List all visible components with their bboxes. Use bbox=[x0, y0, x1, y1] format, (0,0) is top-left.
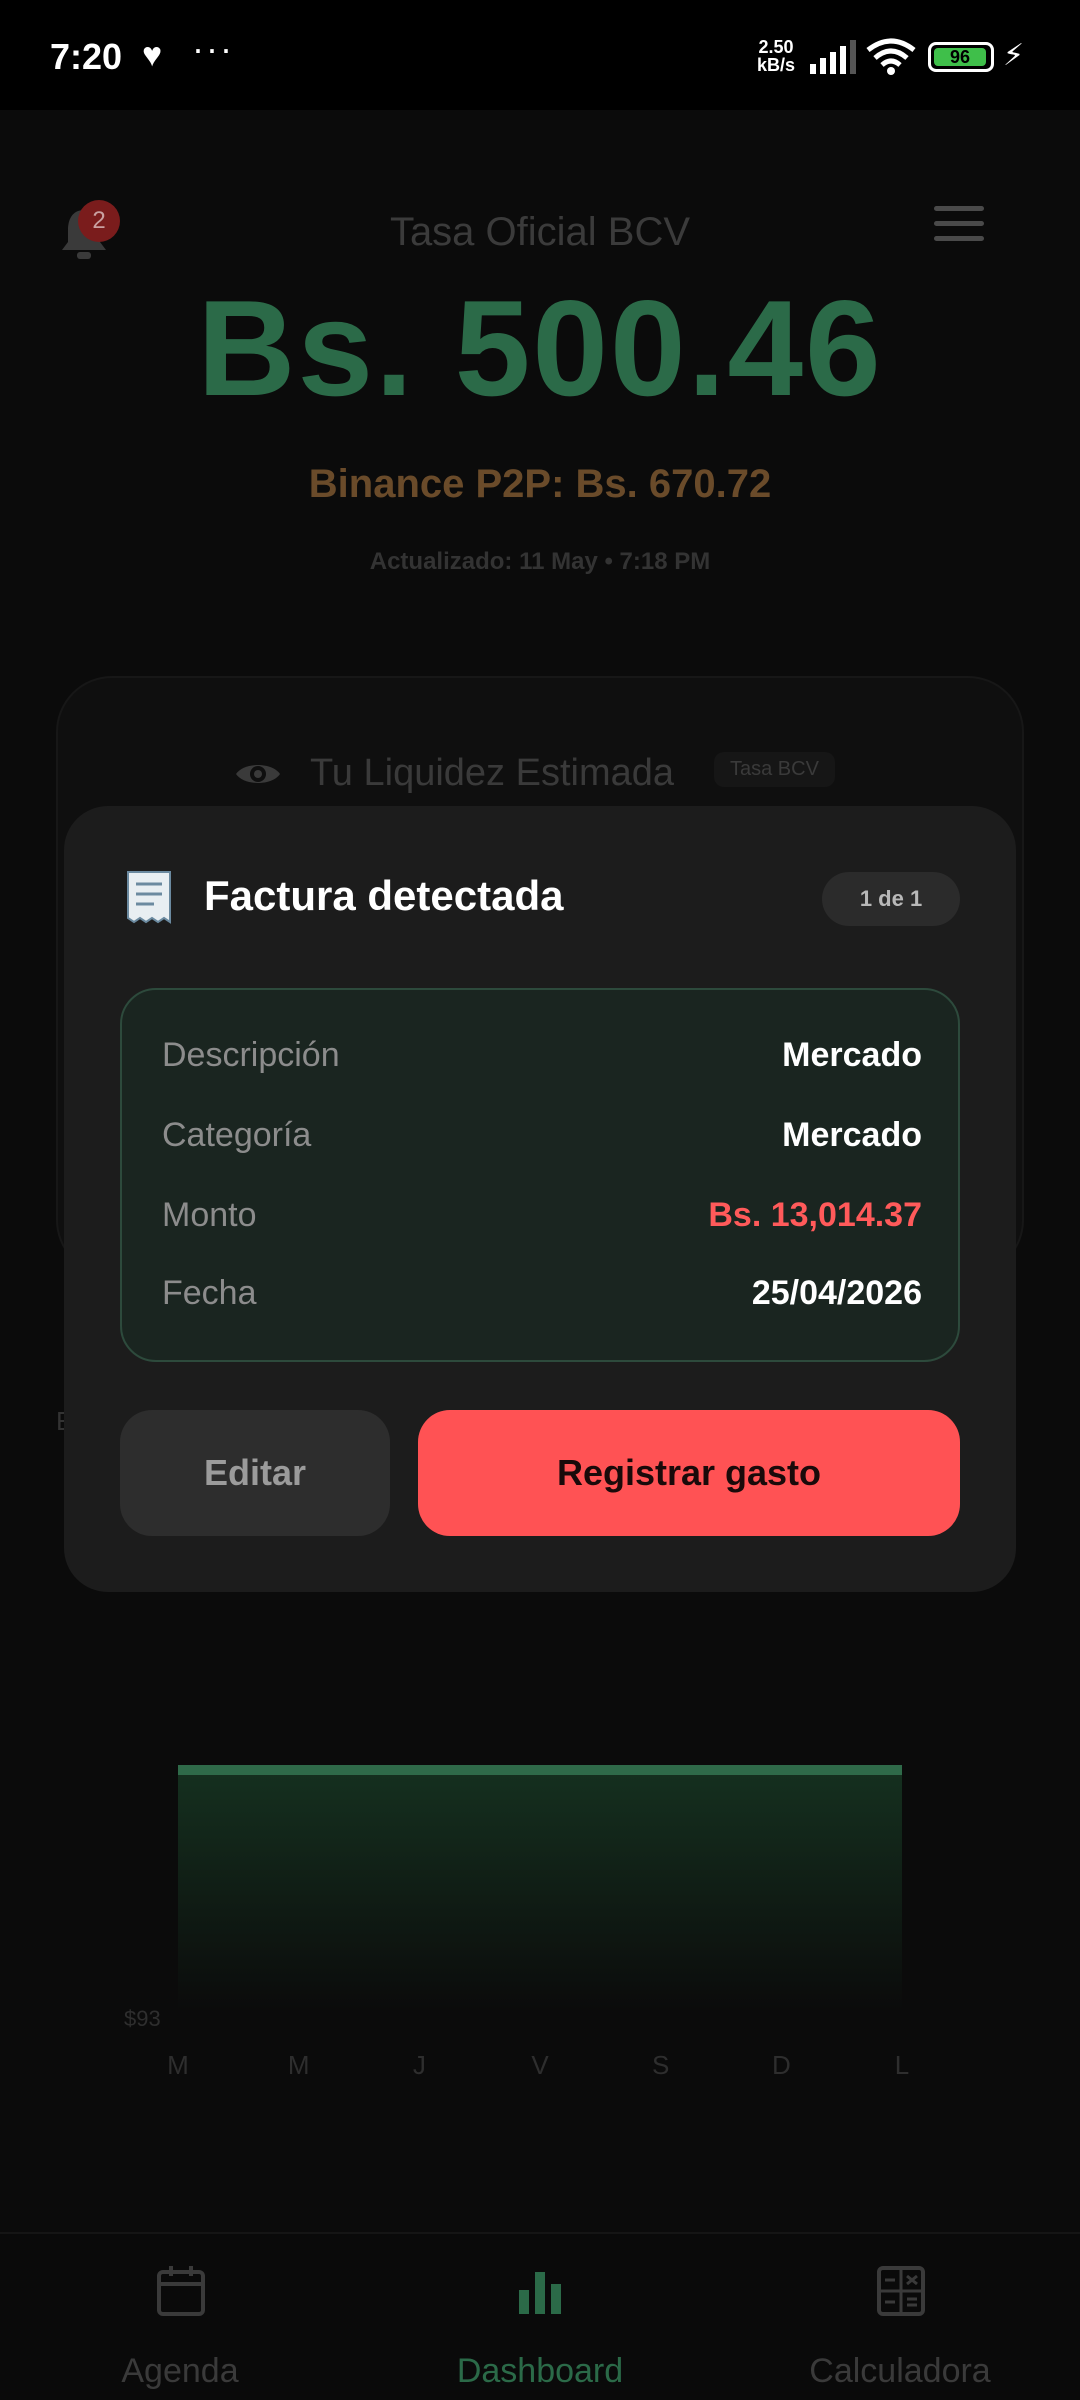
x-tick-label: M bbox=[287, 2050, 310, 2080]
charging-icon: ⚡ bbox=[1003, 39, 1025, 72]
detail-value-amount: Bs. 13,014.37 bbox=[708, 1196, 922, 1234]
liquidity-title: Tu Liquidez Estimada bbox=[310, 752, 675, 794]
nav-label-dashboard: Dashboard bbox=[456, 2352, 624, 2390]
heart-icon: ♥ bbox=[142, 36, 163, 74]
detail-row-descripcion: Descripción Mercado bbox=[162, 1036, 922, 1086]
binance-rate: Binance P2P: Bs. 670.72 bbox=[308, 462, 772, 506]
more-notifications-icon: ··· bbox=[192, 28, 234, 69]
detail-label: Monto bbox=[162, 1196, 257, 1234]
detail-value: Mercado bbox=[782, 1036, 922, 1074]
battery-icon: 96 bbox=[928, 42, 994, 72]
nav-label-calculadora: Calculadora bbox=[809, 2352, 991, 2390]
nav-item-calculadora[interactable]: Calculadora bbox=[750, 2234, 1050, 2400]
signal-icon bbox=[810, 40, 856, 74]
detail-label: Categoría bbox=[162, 1116, 312, 1154]
detail-row-fecha: Fecha 25/04/2026 bbox=[162, 1274, 922, 1324]
nav-item-agenda[interactable]: Agenda bbox=[30, 2234, 330, 2400]
network-speed-unit: kB/s bbox=[757, 55, 796, 75]
x-tick-label: D bbox=[771, 2050, 791, 2080]
rate-badge: Tasa BCV bbox=[714, 752, 835, 787]
x-tick-label: V bbox=[531, 2050, 549, 2080]
invoice-details: Descripción Mercado Categoría Mercado Mo… bbox=[120, 988, 960, 1362]
detail-value: Mercado bbox=[782, 1116, 922, 1154]
x-tick-label: M bbox=[167, 2050, 189, 2080]
nav-item-dashboard[interactable]: Dashboard bbox=[390, 2234, 690, 2400]
bottom-nav: Agenda Dashboard Calculadora bbox=[0, 2232, 1080, 2400]
bar-chart-icon bbox=[519, 2272, 561, 2314]
eye-icon[interactable] bbox=[234, 758, 282, 790]
updated-timestamp: Actualizado: 11 May • 7:18 PM bbox=[369, 548, 711, 575]
network-speed-value: 2.50 bbox=[758, 37, 794, 57]
nav-label-agenda: Agenda bbox=[121, 2352, 239, 2390]
register-expense-button[interactable]: Registrar gasto bbox=[418, 1410, 960, 1536]
status-time: 7:20 bbox=[50, 36, 123, 77]
calculator-icon bbox=[877, 2266, 925, 2316]
calendar-icon bbox=[157, 2266, 205, 2316]
liquidity-chart: $93 M M J V S D L bbox=[110, 1740, 930, 2080]
modal-title: Factura detectada bbox=[204, 872, 564, 919]
detail-label: Descripción bbox=[162, 1036, 340, 1074]
rate-label: Tasa Oficial BCV bbox=[389, 210, 691, 254]
detail-value: 25/04/2026 bbox=[751, 1274, 922, 1312]
detail-row-categoria: Categoría Mercado bbox=[162, 1116, 922, 1166]
receipt-icon bbox=[127, 871, 171, 924]
y-tick-label: $93 bbox=[124, 2006, 161, 2031]
battery-level: 96 bbox=[934, 48, 986, 66]
detail-row-monto: Monto Bs. 13,014.37 bbox=[162, 1196, 922, 1246]
network-speed: 2.50 kB/s bbox=[757, 38, 795, 74]
page-counter: 1 de 1 bbox=[822, 872, 960, 926]
status-bar: 7:20 ♥ ··· 2.50 kB/s 96 ⚡ bbox=[0, 0, 1080, 110]
x-tick-label: J bbox=[412, 2050, 426, 2080]
invoice-detected-modal: Factura detectada 1 de 1 Descripción Mer… bbox=[64, 806, 1016, 1592]
edit-button[interactable]: Editar bbox=[120, 1410, 390, 1536]
wifi-icon bbox=[866, 38, 916, 75]
rate-value: Bs. 500.46 bbox=[197, 272, 883, 424]
chart-area bbox=[178, 1770, 902, 2010]
detail-label: Fecha bbox=[162, 1274, 257, 1312]
x-tick-label: S bbox=[651, 2050, 670, 2080]
x-tick-label: L bbox=[894, 2050, 910, 2080]
